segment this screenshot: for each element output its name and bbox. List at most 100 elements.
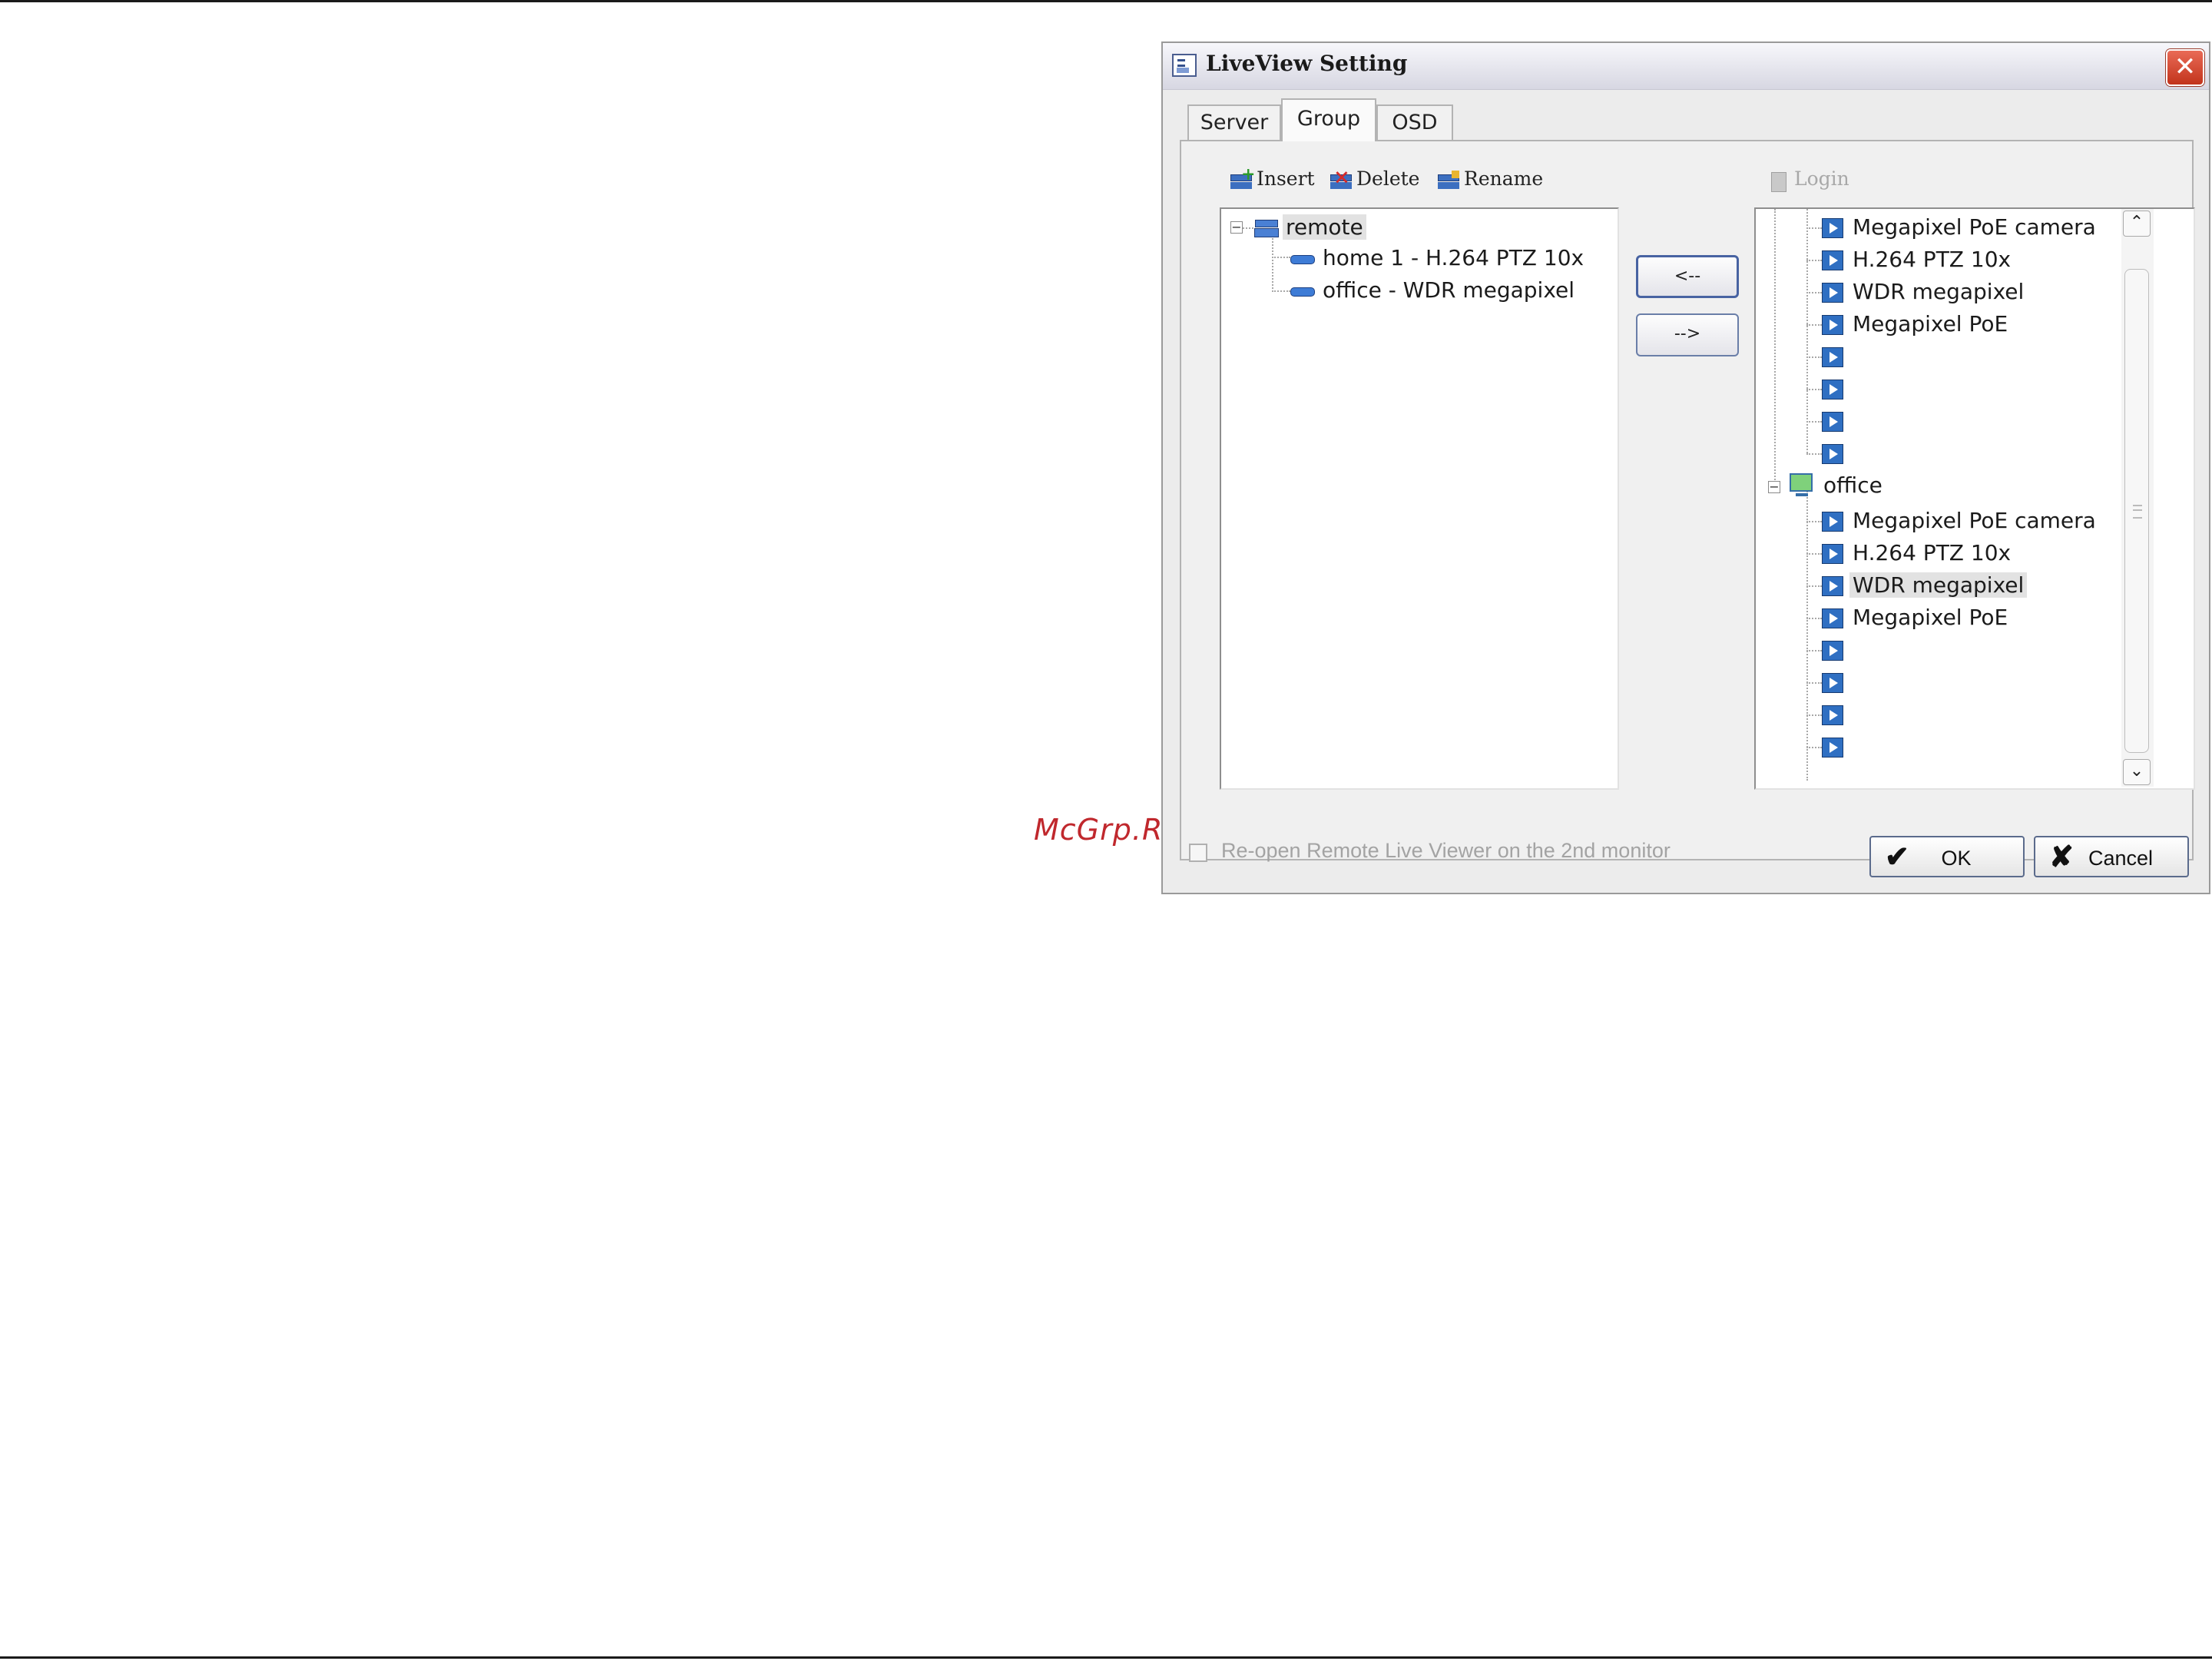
ok-label: OK xyxy=(1941,847,1972,870)
tree-node-channel[interactable]: WDR megapixel xyxy=(1806,277,2027,307)
channel-icon xyxy=(1822,544,1843,564)
tree-node-server-office[interactable]: office xyxy=(1788,470,1886,501)
tree-connector xyxy=(1774,209,1776,486)
scroll-up-icon[interactable]: ⌃ xyxy=(2123,211,2151,237)
tree-node-channel[interactable] xyxy=(1806,373,1856,404)
tree-connector xyxy=(1272,290,1290,292)
remove-from-group-button[interactable]: --> xyxy=(1636,313,1739,356)
rename-button[interactable]: Rename xyxy=(1436,167,1543,198)
delete-button[interactable]: Delete xyxy=(1329,166,1420,198)
tab-osd[interactable]: OSD xyxy=(1376,104,1453,140)
tree-node-channel[interactable]: home 1 - H.264 PTZ 10x xyxy=(1289,243,1587,274)
channel-icon xyxy=(1822,738,1843,758)
channel-icon xyxy=(1822,705,1843,725)
tree-node-channel[interactable] xyxy=(1806,635,1856,665)
channel-icon xyxy=(1822,380,1843,400)
channel-icon xyxy=(1822,315,1843,335)
group-icon xyxy=(1253,217,1280,239)
node-label: Megapixel PoE camera xyxy=(1853,508,2096,533)
tree-node-channel[interactable]: Megapixel PoE xyxy=(1806,309,2011,340)
node-label: WDR megapixel xyxy=(1849,572,2028,598)
app-icon xyxy=(1172,54,1197,77)
tree-node-channel[interactable] xyxy=(1806,699,1856,730)
node-label: H.264 PTZ 10x xyxy=(1853,540,2012,565)
channel-icon xyxy=(1822,250,1843,270)
node-label xyxy=(1849,669,1856,695)
node-label: home 1 - H.264 PTZ 10x xyxy=(1323,245,1584,270)
channel-icon xyxy=(1822,576,1843,596)
node-label xyxy=(1849,637,1856,662)
node-label: remote xyxy=(1283,214,1366,240)
tree-node-channel-selected[interactable]: WDR megapixel xyxy=(1806,570,2028,601)
cancel-button[interactable]: ✘ Cancel xyxy=(2034,836,2189,877)
tree-connector xyxy=(1272,257,1290,258)
login-icon xyxy=(1767,171,1793,192)
grip-icon xyxy=(2133,505,2142,519)
tree-connector xyxy=(1243,227,1253,229)
delete-label: Delete xyxy=(1356,167,1420,190)
node-label xyxy=(1849,701,1856,727)
title-bar: LiveView Setting ✕ xyxy=(1163,43,2209,90)
tab-group[interactable]: Group xyxy=(1281,98,1376,141)
node-label: WDR megapixel xyxy=(1853,279,2025,304)
tree-node-channel[interactable]: H.264 PTZ 10x xyxy=(1806,538,2014,569)
rename-group-icon xyxy=(1436,170,1462,191)
bottom-rule xyxy=(0,1656,2212,1659)
top-rule xyxy=(0,0,2212,2)
login-label: Login xyxy=(1794,167,1849,190)
node-label: Megapixel PoE xyxy=(1853,311,2008,337)
channel-icon xyxy=(1822,218,1843,238)
node-label: Megapixel PoE xyxy=(1853,605,2008,630)
cancel-label: Cancel xyxy=(2088,847,2154,870)
scroll-thumb[interactable] xyxy=(2124,269,2149,753)
server-tree-scrollbar[interactable]: ⌃ ⌄ xyxy=(2121,209,2154,787)
channel-icon xyxy=(1822,512,1843,532)
tree-node-channel[interactable]: H.264 PTZ 10x xyxy=(1806,244,2014,275)
scroll-down-icon[interactable]: ⌄ xyxy=(2123,759,2151,785)
group-tree[interactable]: − remote home 1 - H.264 PTZ 10x office -… xyxy=(1220,207,1619,790)
tree-node-remote[interactable]: remote xyxy=(1253,212,1366,243)
node-label xyxy=(1849,440,1856,466)
dialog-title: LiveView Setting xyxy=(1206,51,1408,76)
node-label: office xyxy=(1823,472,1883,498)
tree-node-channel[interactable]: Megapixel PoE camera xyxy=(1806,506,2099,536)
ok-button[interactable]: ✔ OK xyxy=(1869,836,2025,877)
tree-node-channel[interactable] xyxy=(1806,406,1856,436)
channel-icon xyxy=(1822,608,1843,628)
reopen-label: Re-open Remote Live Viewer on the 2nd mo… xyxy=(1221,839,1671,862)
channel-icon xyxy=(1822,444,1843,464)
channel-icon xyxy=(1822,347,1843,367)
insert-label: Insert xyxy=(1257,167,1315,190)
node-label xyxy=(1849,376,1856,401)
node-label: H.264 PTZ 10x xyxy=(1853,247,2012,272)
collapse-icon[interactable]: − xyxy=(1768,481,1780,493)
login-button[interactable]: Login xyxy=(1767,167,1849,198)
camera-icon xyxy=(1289,251,1315,267)
tree-node-channel[interactable] xyxy=(1806,667,1856,698)
add-to-group-button[interactable]: <-- xyxy=(1636,255,1739,298)
reopen-checkbox[interactable] xyxy=(1189,844,1207,862)
camera-icon xyxy=(1289,283,1315,299)
insert-group-icon xyxy=(1229,164,1255,191)
close-button[interactable]: ✕ xyxy=(2166,49,2204,86)
node-label xyxy=(1849,734,1856,759)
tree-node-channel[interactable]: office - WDR megapixel xyxy=(1289,275,1578,306)
channel-icon xyxy=(1822,673,1843,693)
tree-connector xyxy=(1272,238,1273,292)
insert-button[interactable]: Insert xyxy=(1229,164,1315,198)
collapse-icon[interactable]: − xyxy=(1230,221,1243,234)
tree-node-channel[interactable] xyxy=(1806,341,1856,372)
tree-node-channel[interactable]: Megapixel PoE xyxy=(1806,602,2011,633)
tab-server[interactable]: Server xyxy=(1187,104,1281,140)
watermark: McGrp.Ru xyxy=(1034,813,1183,847)
tree-node-channel[interactable] xyxy=(1806,438,1856,469)
tree-node-channel[interactable] xyxy=(1806,731,1856,762)
rename-label: Rename xyxy=(1464,167,1544,190)
node-label xyxy=(1849,343,1856,369)
channel-icon xyxy=(1822,283,1843,303)
node-label xyxy=(1849,408,1856,433)
server-icon xyxy=(1788,473,1816,499)
node-label: Megapixel PoE camera xyxy=(1853,214,2096,240)
channel-icon xyxy=(1822,641,1843,661)
tree-node-channel[interactable]: Megapixel PoE camera xyxy=(1806,212,2099,243)
